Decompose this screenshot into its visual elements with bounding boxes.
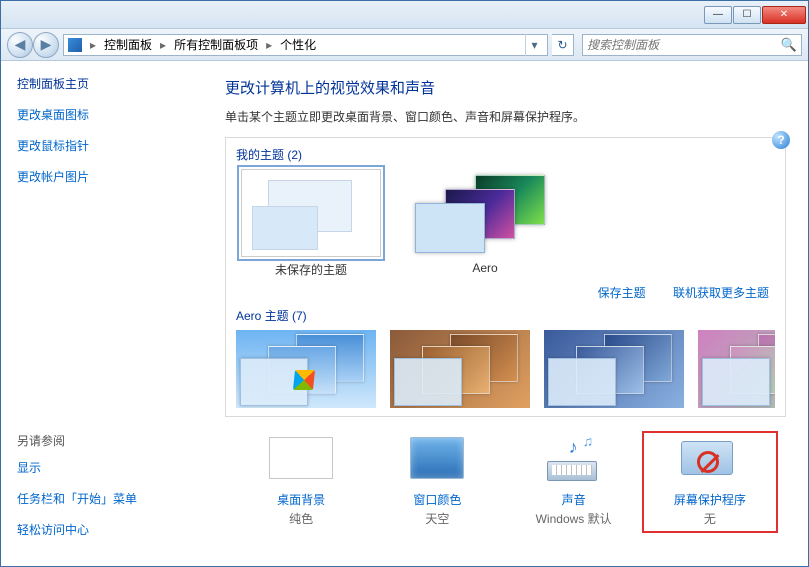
main-panel: ? 更改计算机上的视觉效果和声音 单击某个主题立即更改桌面背景、窗口颜色、声音和…: [201, 61, 808, 566]
theme-name: 未保存的主题: [236, 261, 386, 278]
sidebar-link-account-picture[interactable]: 更改帐户图片: [17, 168, 201, 185]
chevron-right-icon: ▸: [262, 38, 276, 52]
aero-themes-row: [236, 330, 775, 408]
sidebar-home-link[interactable]: 控制面板主页: [17, 75, 201, 92]
breadcrumb-dropdown[interactable]: ▾: [525, 34, 543, 56]
minimize-button[interactable]: —: [704, 6, 732, 24]
page-title: 更改计算机上的视觉效果和声音: [225, 77, 786, 98]
see-also-ease-of-access[interactable]: 轻松访问中心: [17, 521, 201, 538]
breadcrumb[interactable]: ▸ 控制面板 ▸ 所有控制面板项 ▸ 个性化 ▾: [63, 34, 548, 56]
screensaver-button[interactable]: 屏幕保护程序 无: [642, 431, 778, 533]
chevron-right-icon: ▸: [156, 38, 170, 52]
quick-title: 屏幕保护程序: [646, 491, 774, 508]
theme-item[interactable]: [698, 330, 775, 408]
sidebar-link-mouse-pointers[interactable]: 更改鼠标指针: [17, 137, 201, 154]
theme-item-unsaved[interactable]: 未保存的主题: [236, 169, 386, 278]
sounds-button[interactable]: ♪♫ 声音 Windows 默认: [506, 431, 642, 533]
forward-button[interactable]: ▶: [33, 32, 59, 58]
quick-title: 桌面背景: [237, 491, 365, 508]
address-bar: ◀ ▶ ▸ 控制面板 ▸ 所有控制面板项 ▸ 个性化 ▾ ↻ 🔍: [1, 29, 808, 61]
themes-list: 我的主题 (2) 未保存的主题 Aero 保存主题 联机获取更: [225, 137, 786, 417]
back-button[interactable]: ◀: [7, 32, 33, 58]
color-icon: [410, 437, 464, 479]
page-description: 单击某个主题立即更改桌面背景、窗口颜色、声音和屏幕保护程序。: [225, 108, 786, 125]
breadcrumb-item[interactable]: 控制面板: [104, 36, 152, 53]
breadcrumb-item[interactable]: 个性化: [280, 36, 316, 53]
background-icon: [269, 437, 333, 479]
desktop-background-button[interactable]: 桌面背景 纯色: [233, 431, 369, 533]
sidebar: 控制面板主页 更改桌面图标 更改鼠标指针 更改帐户图片 另请参阅 显示 任务栏和…: [1, 61, 201, 566]
windows-logo-icon: [293, 370, 315, 390]
see-also-heading: 另请参阅: [17, 432, 201, 449]
theme-thumbnail: [241, 169, 381, 257]
quick-subtitle: 无: [646, 510, 774, 527]
window: — ☐ ✕ ◀ ▶ ▸ 控制面板 ▸ 所有控制面板项 ▸ 个性化 ▾ ↻ 🔍: [0, 0, 809, 567]
quick-subtitle: 天空: [373, 510, 501, 527]
save-theme-link[interactable]: 保存主题: [598, 286, 646, 300]
theme-item-aero[interactable]: Aero: [410, 169, 560, 278]
quick-subtitle: 纯色: [237, 510, 365, 527]
control-panel-icon: [68, 38, 82, 52]
my-themes-label: 我的主题 (2): [236, 146, 775, 163]
content-area: 控制面板主页 更改桌面图标 更改鼠标指针 更改帐户图片 另请参阅 显示 任务栏和…: [1, 61, 808, 566]
window-color-button[interactable]: 窗口颜色 天空: [369, 431, 505, 533]
maximize-button[interactable]: ☐: [733, 6, 761, 24]
search-icon[interactable]: 🔍: [781, 37, 797, 53]
quick-settings-row: 桌面背景 纯色 窗口颜色 天空 ♪♫ 声音 Windows 默认: [225, 431, 786, 533]
see-also-display[interactable]: 显示: [17, 459, 201, 476]
quick-subtitle: Windows 默认: [510, 510, 638, 527]
breadcrumb-item[interactable]: 所有控制面板项: [174, 36, 258, 53]
aero-themes-label: Aero 主题 (7): [236, 307, 775, 324]
search-box[interactable]: 🔍: [582, 34, 802, 56]
sound-icon: ♪♫: [539, 437, 603, 483]
get-more-themes-link[interactable]: 联机获取更多主题: [673, 286, 769, 300]
help-icon[interactable]: ?: [772, 131, 790, 149]
theme-item[interactable]: [544, 330, 684, 408]
see-also-taskbar[interactable]: 任务栏和「开始」菜单: [17, 490, 201, 507]
close-button[interactable]: ✕: [762, 6, 806, 24]
chevron-right-icon: ▸: [86, 38, 100, 52]
screensaver-icon: [675, 437, 739, 483]
quick-title: 窗口颜色: [373, 491, 501, 508]
theme-item[interactable]: [236, 330, 376, 408]
refresh-button[interactable]: ↻: [552, 34, 574, 56]
theme-item[interactable]: [390, 330, 530, 408]
search-input[interactable]: [587, 38, 781, 52]
theme-name: Aero: [410, 261, 560, 275]
sidebar-link-desktop-icons[interactable]: 更改桌面图标: [17, 106, 201, 123]
quick-title: 声音: [510, 491, 638, 508]
theme-thumbnail: [415, 169, 555, 257]
titlebar: — ☐ ✕: [1, 1, 808, 29]
